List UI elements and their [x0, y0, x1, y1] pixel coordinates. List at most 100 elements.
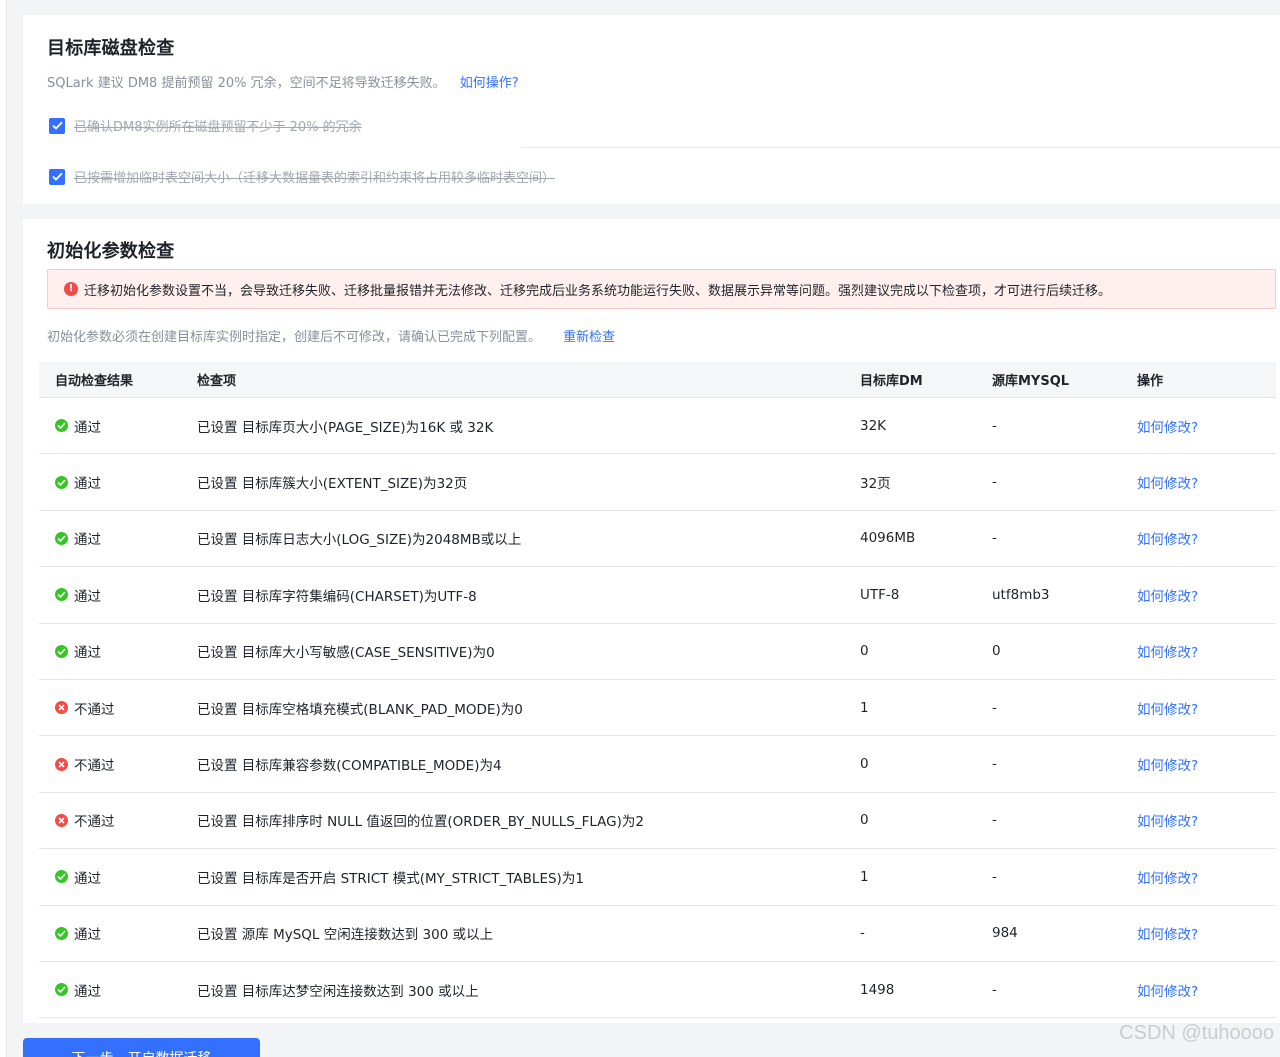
status-label: 通过 — [74, 927, 101, 944]
recheck-link[interactable]: 重新检查 — [563, 330, 615, 345]
how-to-modify-link[interactable]: 如何修改? — [1137, 532, 1198, 548]
check-circle-icon — [55, 475, 68, 489]
disk-help-link[interactable]: 如何操作? — [460, 76, 519, 91]
check-item-cell: 已设置 目标库空格填充模式(BLANK_PAD_MODE)为0 — [197, 701, 523, 718]
target-dm-value: 1 — [860, 868, 869, 885]
table-row: 不通过 已设置 目标库空格填充模式(BLANK_PAD_MODE)为0 1 - 如何修改… — [39, 680, 1276, 737]
col-header-item: 检查项 — [197, 374, 237, 389]
source-mysql-value: 0 — [992, 643, 1001, 660]
source-mysql-value: - — [992, 474, 997, 491]
table-body: 通过 已设置 目标库页大小(PAGE_SIZE)为16K 或 32K 32K - 如何修… — [39, 398, 1276, 1019]
how-to-modify-link[interactable]: 如何修改? — [1137, 476, 1198, 492]
how-to-modify-link[interactable]: 如何修改? — [1137, 871, 1198, 887]
target-dm-value: 1 — [860, 699, 869, 716]
check-circle-icon — [55, 531, 68, 545]
table-row: 通过 已设置 目标库簇大小(EXTENT_SIZE)为32页 32页 - 如何修改? — [39, 454, 1276, 511]
close-circle-icon — [55, 757, 68, 771]
status-cell: 通过 — [39, 416, 197, 436]
how-to-modify-link[interactable]: 如何修改? — [1137, 589, 1198, 605]
watermark: CSDN @tuhoooo — [1119, 1022, 1274, 1044]
source-mysql-value: - — [992, 417, 997, 434]
left-rail — [0, 0, 7, 1057]
status-label: 不通过 — [74, 701, 115, 718]
how-to-modify-link[interactable]: 如何修改? — [1137, 758, 1198, 774]
target-dm-value: - — [860, 925, 865, 942]
param-check-description-text: 初始化参数必须在创建目标库实例时指定，创建后不可修改，请确认已完成下列配置。 — [47, 330, 542, 345]
col-header-target-dm: 目标库DM — [860, 374, 923, 389]
status-label: 通过 — [74, 588, 101, 605]
how-to-modify-link[interactable]: 如何修改? — [1137, 927, 1198, 943]
source-mysql-value: - — [992, 756, 997, 773]
check-circle-icon — [55, 588, 68, 602]
check-circle-icon — [55, 644, 68, 658]
error-icon: ! — [64, 282, 78, 296]
status-cell: 通过 — [39, 867, 197, 887]
target-dm-value: 0 — [860, 756, 869, 773]
status-cell: 不通过 — [39, 754, 197, 774]
table-header: 自动检查结果 检查项 目标库DM 源库MYSQL 操作 — [39, 362, 1276, 398]
table-row: 通过 已设置 目标库达梦空闲连接数达到 300 或以上 1498 - 如何修改? — [39, 962, 1276, 1019]
check-item-cell: 已设置 目标库日志大小(LOG_SIZE)为2048MB或以上 — [197, 532, 522, 549]
alert-text: 迁移初始化参数设置不当，会导致迁移失败、迁移批量报错并无法修改、迁移完成后业务系… — [84, 283, 1112, 299]
param-check-table: 自动检查结果 检查项 目标库DM 源库MYSQL 操作 通过 已设置 目标库页大小… — [39, 362, 1276, 1019]
table-row: 通过 已设置 目标库是否开启 STRICT 模式(MY_STRICT_TABLES… — [39, 849, 1276, 906]
status-cell: 通过 — [39, 980, 197, 1000]
check-item-cell: 已设置 源库 MySQL 空闲连接数达到 300 或以上 — [197, 927, 494, 944]
source-mysql-value: utf8mb3 — [992, 586, 1050, 603]
status-label: 通过 — [74, 476, 101, 493]
how-to-modify-link[interactable]: 如何修改? — [1137, 984, 1198, 1000]
disk-check-item-reserve[interactable]: 已确认DM8实例所在磁盘预留不少于 20% 的冗余 — [49, 116, 362, 135]
status-label: 不通过 — [74, 814, 115, 831]
status-label: 通过 — [74, 870, 101, 887]
target-dm-value: 0 — [860, 812, 869, 829]
source-mysql-value: - — [992, 812, 997, 829]
col-header-action: 操作 — [1137, 374, 1164, 389]
close-circle-icon — [55, 701, 68, 715]
status-cell: 通过 — [39, 641, 197, 661]
source-mysql-value: 984 — [992, 925, 1018, 942]
source-mysql-value: - — [992, 868, 997, 885]
disk-check-description: SQLark 建议 DM8 提前预留 20% 冗余，空间不足将导致迁移失败。 如… — [47, 72, 519, 91]
disk-check-item-label: 已确认DM8实例所在磁盘预留不少于 20% 的冗余 — [74, 120, 362, 135]
disk-check-card: 目标库磁盘检查 SQLark 建议 DM8 提前预留 20% 冗余，空间不足将导… — [23, 15, 1280, 204]
close-circle-icon — [55, 813, 68, 827]
param-check-title: 初始化参数检查 — [47, 241, 175, 262]
status-label: 不通过 — [74, 758, 115, 775]
how-to-modify-link[interactable]: 如何修改? — [1137, 702, 1198, 718]
status-label: 通过 — [74, 983, 101, 1000]
how-to-modify-link[interactable]: 如何修改? — [1137, 420, 1198, 436]
error-alert: ! 迁移初始化参数设置不当，会导致迁移失败、迁移批量报错并无法修改、迁移完成后业… — [47, 269, 1276, 309]
check-divider — [521, 147, 1280, 148]
target-dm-value: 32K — [860, 417, 887, 434]
how-to-modify-link[interactable]: 如何修改? — [1137, 814, 1198, 830]
disk-check-description-text: SQLark 建议 DM8 提前预留 20% 冗余，空间不足将导致迁移失败。 — [47, 76, 446, 91]
target-dm-value: 32页 — [860, 476, 891, 493]
disk-check-item-temp-space[interactable]: 已按需增加临时表空间大小（迁移大数据量表的索引和约束将占用较多临时表空间） — [49, 167, 555, 186]
status-label: 通过 — [74, 532, 101, 549]
target-dm-value: 4096MB — [860, 530, 916, 547]
source-mysql-value: - — [992, 530, 997, 547]
how-to-modify-link[interactable]: 如何修改? — [1137, 645, 1198, 661]
table-row: 通过 已设置 目标库页大小(PAGE_SIZE)为16K 或 32K 32K - 如何修… — [39, 398, 1276, 455]
table-row: 通过 已设置 目标库日志大小(LOG_SIZE)为2048MB或以上 4096MB -… — [39, 511, 1276, 568]
check-item-cell: 已设置 目标库字符集编码(CHARSET)为UTF-8 — [197, 588, 477, 605]
table-row: 通过 已设置 目标库大小写敏感(CASE_SENSITIVE)为0 0 0 如何修改? — [39, 624, 1276, 680]
source-mysql-value: - — [992, 699, 997, 716]
table-row: 通过 已设置 目标库字符集编码(CHARSET)为UTF-8 UTF-8 utf8mb… — [39, 567, 1276, 624]
table-row: 通过 已设置 源库 MySQL 空闲连接数达到 300 或以上 - 984 如何修改? — [39, 906, 1276, 962]
target-dm-value: 0 — [860, 643, 869, 660]
disk-check-title: 目标库磁盘检查 — [47, 38, 175, 59]
param-check-card: 初始化参数检查 ! 迁移初始化参数设置不当，会导致迁移失败、迁移批量报错并无法修… — [23, 219, 1280, 1023]
target-dm-value: 1498 — [860, 981, 895, 998]
checkbox-checked-icon[interactable] — [49, 117, 65, 134]
disk-check-item-label: 已按需增加临时表空间大小（迁移大数据量表的索引和约束将占用较多临时表空间） — [74, 171, 556, 186]
check-item-cell: 已设置 目标库页大小(PAGE_SIZE)为16K 或 32K — [197, 419, 494, 436]
status-cell: 不通过 — [39, 698, 197, 718]
status-cell: 通过 — [39, 923, 197, 943]
checkbox-checked-icon[interactable] — [49, 168, 65, 185]
check-circle-icon — [55, 870, 68, 884]
param-check-description: 初始化参数必须在创建目标库实例时指定，创建后不可修改，请确认已完成下列配置。 重… — [47, 326, 615, 345]
next-step-button[interactable]: 下一步，开启数据迁移 — [23, 1038, 260, 1057]
status-label: 通过 — [74, 419, 101, 436]
status-cell: 通过 — [39, 585, 197, 605]
